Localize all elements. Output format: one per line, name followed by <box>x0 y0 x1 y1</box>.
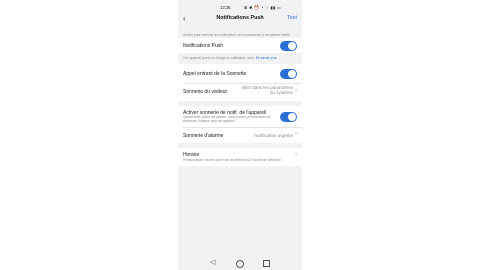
push-label: Notifications Push <box>183 43 224 49</box>
visitor-ringtone-value: Allez dans les paramètres du système <box>241 85 293 95</box>
alarm-notif-row: Activer sonnerie de notif. de l'appareil… <box>178 106 302 125</box>
alarm-notif-description: Quand cette option est activée, vous pou… <box>183 115 271 123</box>
rich-notification-text: Cet appareil prend en charge la notifica… <box>183 55 255 60</box>
page-title: Notifications Push <box>216 15 264 21</box>
visitor-ringtone-label: Sonnerie du visiteur <box>183 89 228 95</box>
push-card: Notifications Push <box>178 38 302 53</box>
toggle-knob <box>288 113 296 121</box>
status-time: 13:36 <box>220 5 231 10</box>
toggle-knob <box>288 70 296 78</box>
chevron-right-icon: › <box>295 131 297 137</box>
status-icons: ⊠ ✱ ⏰ ◔ ⌔ ▮▮ ▭ <box>244 5 282 10</box>
schedule-card[interactable]: Horaire Personnalisez l'heure/ la périod… <box>178 148 302 166</box>
alarm-card: Activer sonnerie de notif. de l'appareil… <box>178 106 302 143</box>
system-nav-bar: ◁ <box>178 256 302 270</box>
test-button[interactable]: Test <box>287 15 297 21</box>
nav-home-icon[interactable] <box>236 260 244 268</box>
nav-recents-icon[interactable] <box>263 260 270 267</box>
chevron-right-icon: › <box>295 152 297 158</box>
incoming-ring-label: Appel entrant de la Sonnette <box>183 71 247 77</box>
status-bar: 13:36 ⊠ ✱ ⏰ ◔ ⌔ ▮▮ ▭ <box>178 4 302 12</box>
alarm-ringtone-row[interactable]: Sonnerie d'alarme Notification urgente › <box>178 127 302 143</box>
phone-screen: 13:36 ⊠ ✱ ⏰ ◔ ⌔ ▮▮ ▭ ‹ Notifications Pus… <box>178 0 302 270</box>
nav-back-icon[interactable]: ◁ <box>210 258 215 266</box>
learn-more-link[interactable]: En savoir plus <box>256 56 277 60</box>
alarm-notif-toggle[interactable] <box>280 112 297 122</box>
alarm-ringtone-label: Sonnerie d'alarme <box>183 132 224 139</box>
schedule-description: Personnalisez l'heure/ la période de dét… <box>183 157 281 162</box>
chevron-right-icon: › <box>295 88 297 94</box>
incoming-ring-toggle[interactable] <box>280 69 297 79</box>
header-bar: ‹ Notifications Push Test <box>178 12 302 26</box>
alarm-ringtone-value: Notification urgente <box>254 132 293 138</box>
visitor-ringtone-row[interactable]: Sonnerie du visiteur Allez dans les para… <box>178 83 302 101</box>
rich-notification-note: Cet appareil prend en charge la notifica… <box>183 56 276 60</box>
visitor-ringtone-value-line2: du système <box>269 90 293 95</box>
push-toggle[interactable] <box>280 40 297 51</box>
ring-card: Appel entrant de la Sonnette Sonnerie du… <box>178 64 302 101</box>
toggle-knob <box>288 41 296 50</box>
incoming-ring-row: Appel entrant de la Sonnette <box>178 64 302 82</box>
top-note: Activer pour recevoir les notifications … <box>183 33 291 37</box>
